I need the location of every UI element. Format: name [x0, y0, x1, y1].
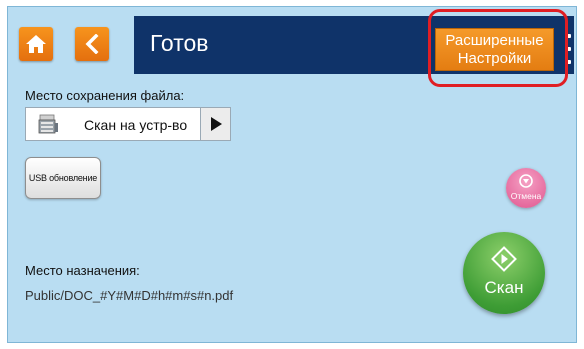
- save-location-value: Скан на устр-во: [84, 117, 188, 133]
- save-location-label: Место сохранения файла:: [25, 88, 185, 103]
- save-location-select[interactable]: Скан на устр-во: [25, 107, 201, 141]
- printer-icon: [38, 114, 58, 134]
- advanced-settings-label-line1: Расширенные: [445, 31, 544, 49]
- diamond-start-icon: [491, 246, 517, 272]
- destination-label: Место назначения:: [25, 263, 140, 278]
- cancel-label: Отмена: [510, 191, 542, 201]
- scan-button[interactable]: Скан: [463, 232, 545, 314]
- save-location-next-button[interactable]: [201, 107, 231, 141]
- usb-update-button[interactable]: USB обновление: [25, 157, 101, 199]
- back-button[interactable]: [75, 27, 109, 61]
- chevron-left-icon: [85, 34, 99, 54]
- home-button[interactable]: [19, 27, 53, 61]
- scanner-screen: Готов Расширенные Настройки Место сохран…: [7, 6, 577, 343]
- top-bar: Готов Расширенные Настройки: [8, 7, 576, 87]
- kebab-menu-icon[interactable]: [564, 34, 574, 64]
- home-icon: [26, 35, 46, 53]
- title-bar: Готов Расширенные Настройки: [134, 16, 574, 74]
- advanced-settings-button[interactable]: Расширенные Настройки: [435, 28, 554, 71]
- scan-label: Скан: [484, 278, 524, 297]
- play-arrow-icon: [210, 117, 222, 131]
- page-title: Готов: [150, 30, 209, 56]
- cancel-button[interactable]: Отмена: [506, 168, 546, 208]
- arrow-down-circle-icon: [519, 174, 533, 188]
- destination-path: Public/DOC_#Y#M#D#h#m#s#n.pdf: [25, 288, 234, 303]
- advanced-settings-label-line2: Настройки: [457, 49, 532, 67]
